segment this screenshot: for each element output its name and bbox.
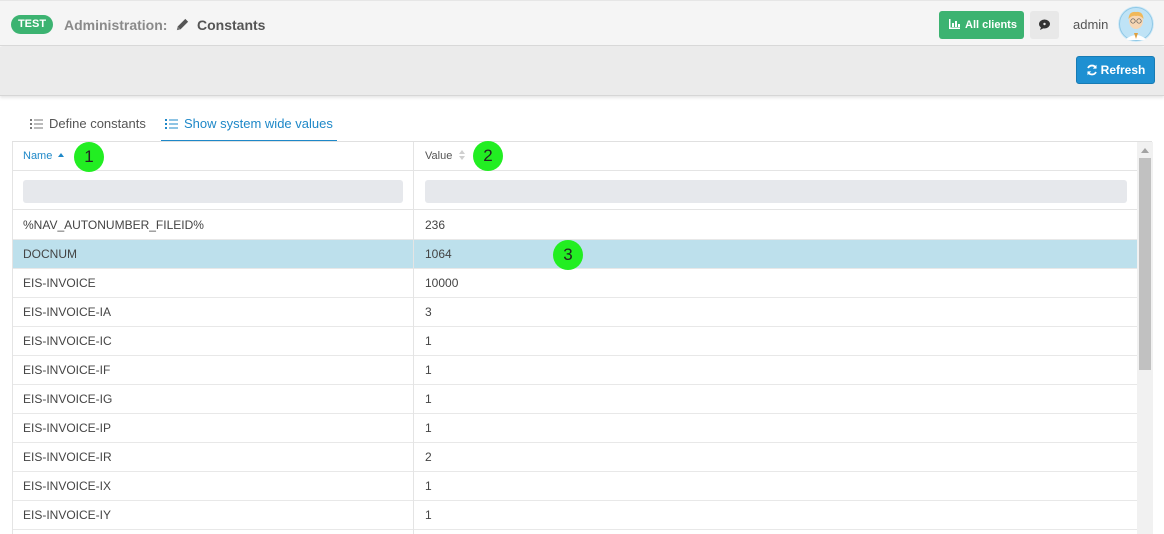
list-icon <box>30 119 43 129</box>
cell-value: 3 <box>425 305 432 319</box>
cell-value: 1 <box>425 508 432 522</box>
sort-both-icon <box>459 150 466 160</box>
tab-bar: Define constants Show system wide values <box>0 108 1164 142</box>
cell-value: 2 <box>425 450 432 464</box>
sort-asc-icon <box>58 153 65 157</box>
annotation-marker: 3 <box>553 240 583 270</box>
table-row[interactable]: EIS-INVOICE-IF 1 <box>13 356 1137 385</box>
tab-label: Show system wide values <box>184 116 333 131</box>
table-row[interactable]: EIS-INVOICE-IP 1 <box>13 414 1137 443</box>
environment-badge: TEST <box>11 15 53 34</box>
chart-icon <box>949 19 960 29</box>
cell-name: %NAV_AUTONUMBER_FILEID% <box>23 218 204 232</box>
breadcrumb-section[interactable]: Administration: <box>64 17 167 33</box>
username[interactable]: admin <box>1073 17 1108 32</box>
refresh-label: Refresh <box>1100 63 1146 77</box>
annotation-marker: 2 <box>473 141 503 171</box>
cell-value: 1 <box>425 479 432 493</box>
page-title: Constants <box>197 17 266 33</box>
all-clients-label: All clients <box>965 19 1017 31</box>
avatar[interactable] <box>1118 6 1154 42</box>
cell-value: 10000 <box>425 276 459 290</box>
all-clients-button[interactable]: All clients <box>939 11 1024 39</box>
value-filter-input[interactable] <box>425 180 1127 203</box>
scroll-up-arrow-icon[interactable] <box>1141 148 1149 153</box>
filter-row <box>13 170 1137 210</box>
cell-value: 1 <box>425 363 432 377</box>
tab-label: Define constants <box>49 116 146 131</box>
cell-value: 1 <box>425 334 432 348</box>
action-bar: Refresh <box>0 47 1164 96</box>
cell-value: 1064 <box>425 247 452 261</box>
cell-name: DOCNUM <box>23 247 77 261</box>
tab-define-constants[interactable]: Define constants <box>30 108 146 142</box>
cell-value: 236 <box>425 218 446 232</box>
tab-show-system-wide-values[interactable]: Show system wide values <box>161 108 337 142</box>
table-row[interactable]: EIS-INVOICE-IA 3 <box>13 298 1137 327</box>
pencil-icon <box>176 18 189 31</box>
top-bar: TEST Administration: Constants All clien… <box>0 0 1164 46</box>
cell-value: 1 <box>425 421 432 435</box>
table-row[interactable]: EIS-INVOICE 10000 <box>13 269 1137 298</box>
name-filter-input[interactable] <box>23 180 403 203</box>
column-header-label: Name <box>23 150 53 162</box>
column-divider <box>413 142 414 534</box>
chat-button[interactable] <box>1030 11 1059 39</box>
scrollbar-thumb[interactable] <box>1139 158 1151 370</box>
cell-name: EIS-INVOICE-IY <box>23 508 112 522</box>
table-row[interactable]: EIS-INVOICE-IY 1 <box>13 501 1137 530</box>
refresh-button[interactable]: Refresh <box>1076 56 1155 84</box>
cell-name: EIS-INVOICE-IA <box>23 305 112 319</box>
cell-name: EIS-INVOICE-IX <box>23 479 112 493</box>
table-row[interactable]: EIS-INVOICE-IR 2 <box>13 443 1137 472</box>
table-row[interactable]: %NAV_AUTONUMBER_FILEID% 236 <box>13 211 1137 240</box>
chat-icon <box>1039 19 1050 30</box>
column-header-name[interactable]: Name <box>23 142 65 170</box>
cell-name: EIS-INVOICE-IF <box>23 363 111 377</box>
list-icon <box>165 119 178 129</box>
refresh-icon <box>1086 64 1097 76</box>
cell-name: EIS-INVOICE-IP <box>23 421 112 435</box>
column-header-value[interactable]: Value <box>425 142 466 170</box>
table-row[interactable]: EIS-INVOICE-IX 1 <box>13 472 1137 501</box>
constants-table: Name Value %NAV_AUTONUMBER_FILEID% 236 DOC… <box>12 142 1137 534</box>
cell-name: EIS-INVOICE <box>23 276 96 290</box>
annotation-marker: 1 <box>74 142 104 172</box>
cell-name: EIS-INVOICE-IG <box>23 392 113 406</box>
vertical-scrollbar[interactable] <box>1137 142 1153 534</box>
cell-name: EIS-INVOICE-IR <box>23 450 112 464</box>
cell-name: EIS-INVOICE-IC <box>23 334 112 348</box>
cell-value: 1 <box>425 392 432 406</box>
table-row[interactable]: EIS-INVOICE-IG 1 <box>13 385 1137 414</box>
column-header-label: Value <box>425 150 453 162</box>
table-row[interactable]: EIS-INVOICE-IC 1 <box>13 327 1137 356</box>
